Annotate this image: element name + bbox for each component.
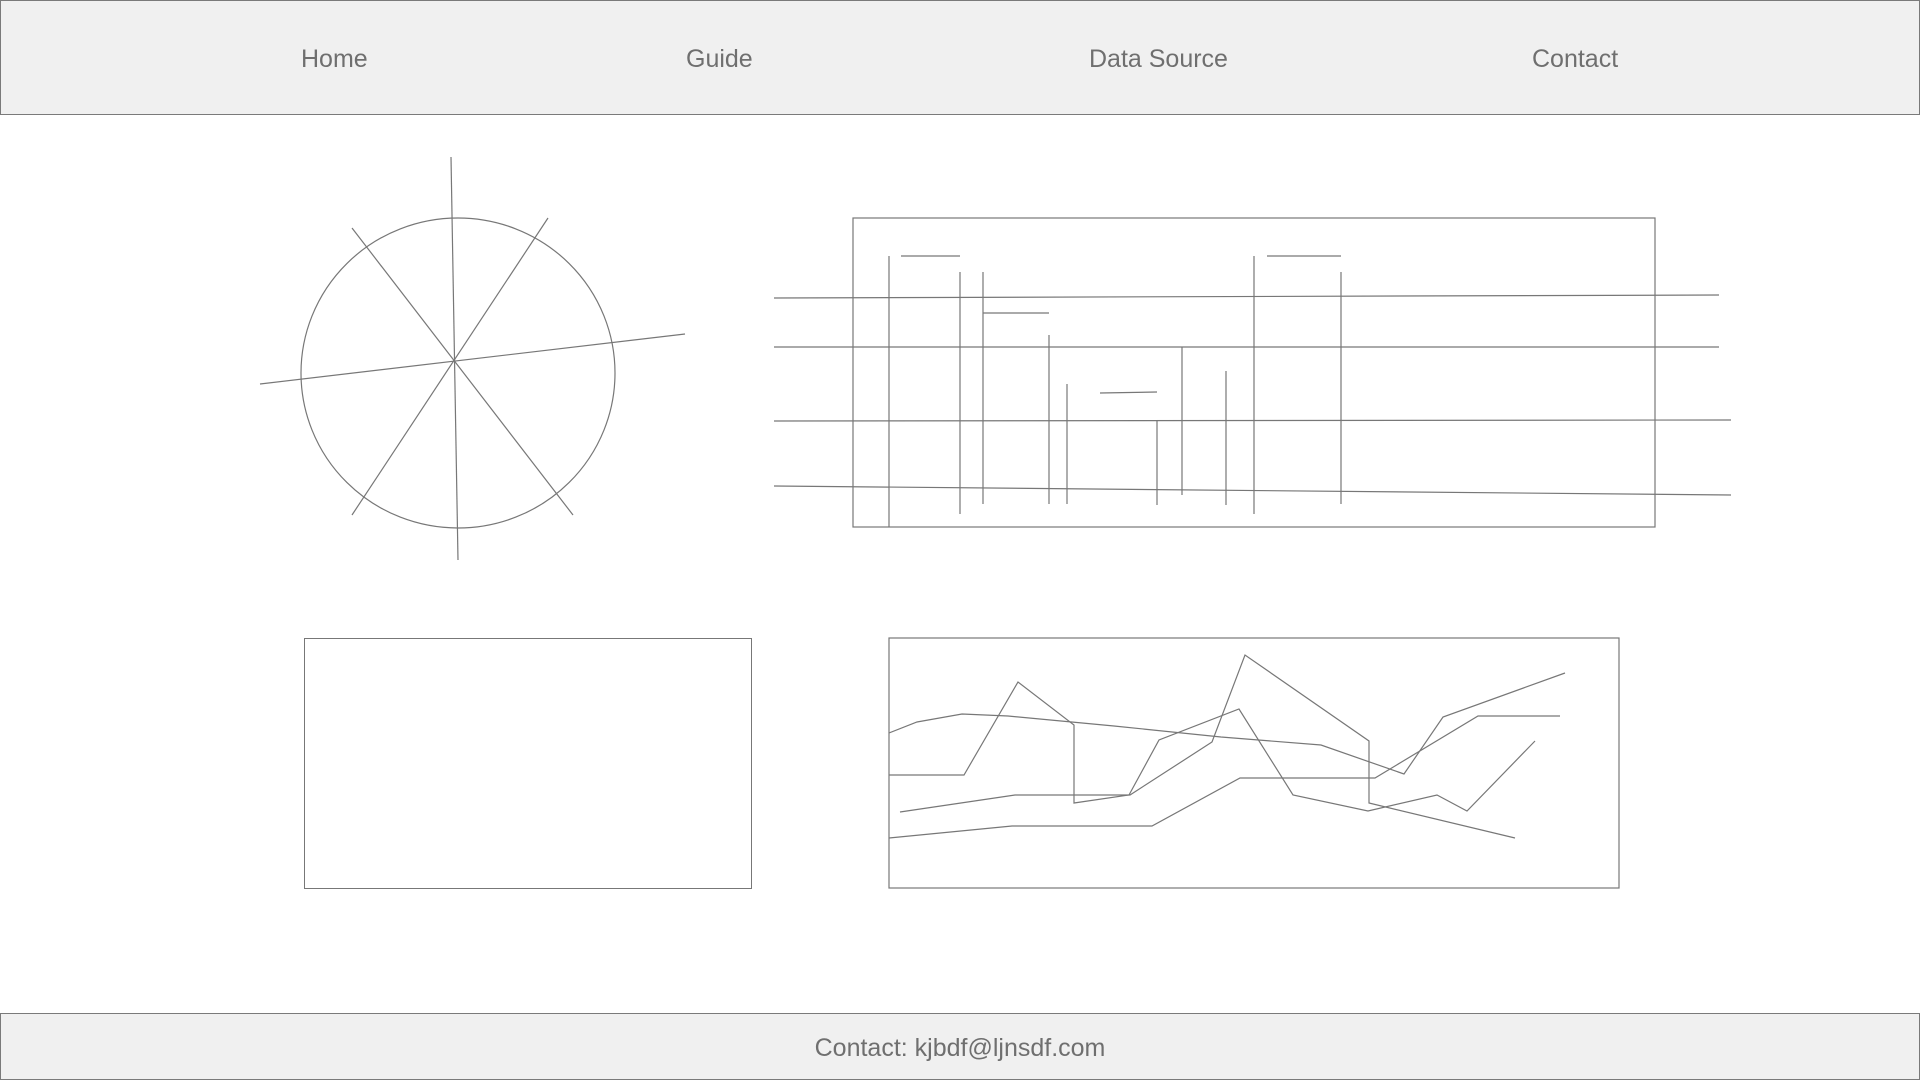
series-line (889, 681, 1536, 812)
bar-chart-frame (852, 217, 1656, 528)
pie-slice-line (450, 156, 459, 561)
footer-contact: Contact: kjbdf@ljnsdf.com (0, 1013, 1920, 1080)
pie-slice-line (351, 217, 549, 516)
top-navigation-bar: Home Guide Data Source Contact (0, 0, 1920, 115)
nav-item-data-source[interactable]: Data Source (1089, 1, 1228, 114)
bar-chart-placeholder (773, 217, 1732, 528)
pie-slice-line (259, 333, 686, 385)
wireframe-page: Home Guide Data Source Contact Contact: … (0, 0, 1920, 1080)
gridline (773, 294, 1720, 299)
empty-panel (304, 638, 752, 889)
line-chart-placeholder (888, 637, 1620, 889)
gridline (773, 419, 1732, 422)
line-chart-frame (888, 637, 1620, 889)
gridline (773, 485, 1732, 496)
nav-item-guide[interactable]: Guide (686, 1, 753, 114)
pie-slice-line (351, 227, 574, 516)
wireframe-sketch (259, 156, 1732, 889)
bar-mark (1099, 391, 1158, 394)
nav-item-contact[interactable]: Contact (1532, 1, 1618, 114)
pie-outline (300, 217, 616, 529)
series-line (888, 672, 1566, 775)
series-line (888, 715, 1560, 839)
nav-item-home[interactable]: Home (301, 1, 368, 114)
series-line (899, 654, 1516, 839)
pie-chart-placeholder (259, 156, 686, 561)
